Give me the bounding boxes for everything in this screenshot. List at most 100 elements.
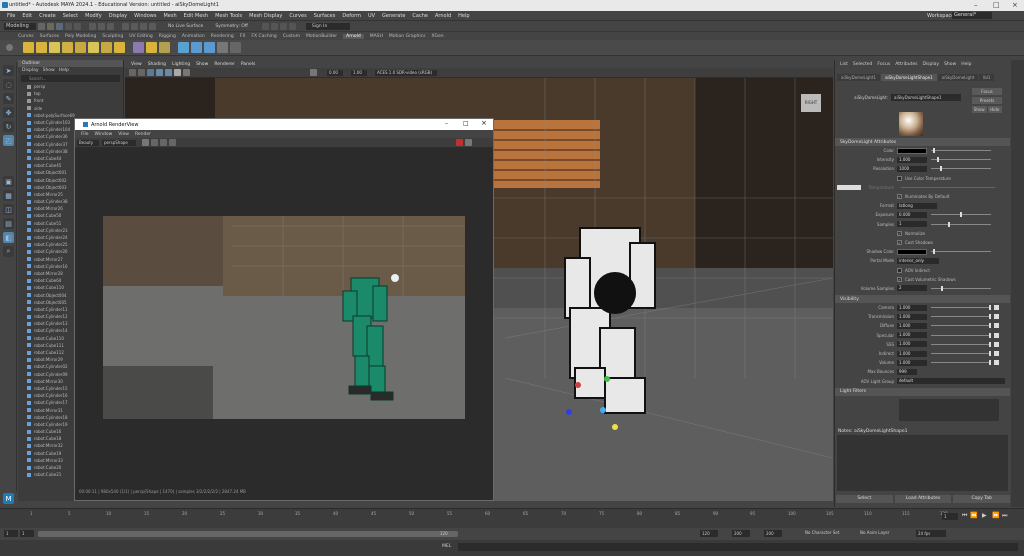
ae-visibility-field[interactable]: 1.000 — [897, 341, 927, 348]
ae-cast-shadows-checkbox[interactable]: ✓ — [897, 239, 902, 245]
outliner-menu-display[interactable]: Display — [22, 68, 39, 73]
shelf-tab-xgen[interactable]: XGen — [431, 34, 443, 39]
render-image[interactable] — [103, 216, 465, 419]
license-manager-icon[interactable] — [204, 42, 215, 53]
ae-color-swatch[interactable] — [897, 147, 927, 154]
render-minimize-icon[interactable]: – — [445, 120, 448, 127]
rv-menu-file[interactable]: File — [81, 132, 89, 137]
render-close-icon[interactable]: × — [481, 119, 487, 127]
ae-shadow-color-swatch[interactable] — [897, 248, 927, 255]
ae-menu-selected[interactable]: Selected — [853, 62, 873, 67]
vp-menu-lighting[interactable]: Lighting — [172, 62, 190, 67]
settings-gear-icon[interactable] — [6, 44, 13, 51]
select-component-icon[interactable] — [107, 22, 114, 30]
help-icon[interactable] — [217, 42, 228, 53]
vp-menu-show[interactable]: Show — [196, 62, 208, 67]
rv-menu-render[interactable]: Render — [135, 132, 151, 137]
vp-menu-view[interactable]: View — [131, 62, 142, 67]
ae-attr-slider[interactable] — [931, 212, 991, 218]
step-forward-icon[interactable]: ⏩ — [992, 512, 999, 519]
menu-modify[interactable]: Modify — [85, 13, 102, 19]
rv-menu-window[interactable]: Window — [95, 132, 113, 137]
menu-deform[interactable]: Deform — [342, 13, 361, 19]
ae-attr-slider[interactable] — [931, 157, 991, 163]
menu-create[interactable]: Create — [39, 13, 56, 19]
outliner-item[interactable]: side — [18, 105, 123, 112]
ae-visibility-slider[interactable] — [931, 332, 991, 338]
menu-edit-mesh[interactable]: Edit Mesh — [184, 13, 208, 19]
menu-cache[interactable]: Cache — [412, 13, 428, 19]
new-scene-icon[interactable] — [38, 22, 45, 30]
ae-select-button[interactable]: Select — [836, 495, 893, 503]
outliner-layout-icon[interactable]: ▤ — [3, 218, 14, 229]
ae-shadow-color-slider[interactable] — [931, 249, 991, 255]
shelf-tab-surfaces[interactable]: Surfaces — [40, 34, 60, 39]
tx-manager-icon[interactable] — [191, 42, 202, 53]
aov-select[interactable]: Beauty — [77, 139, 99, 146]
anim-layer-select[interactable]: No Anim Layer — [860, 530, 889, 535]
wireframe-icon[interactable] — [147, 69, 154, 76]
ae-aov-indirect-checkbox[interactable] — [897, 267, 902, 273]
hypershade-icon[interactable] — [288, 22, 296, 30]
ae-section-visibility[interactable]: Visibility — [835, 295, 1010, 303]
ae-visibility-field[interactable]: 1.000 — [897, 359, 927, 366]
menu-edit[interactable]: Edit — [22, 13, 32, 19]
refresh-render-icon[interactable] — [465, 139, 472, 146]
shelf-tab-rigging[interactable]: Rigging — [159, 34, 176, 39]
snap-curve-icon[interactable] — [131, 22, 138, 30]
shelf-tab-arnold[interactable]: Arnold — [343, 33, 364, 39]
ae-visibility-field[interactable]: 1.000 — [897, 332, 927, 339]
range-end4-field[interactable]: 200 — [764, 530, 782, 537]
current-frame-field[interactable]: 1 — [942, 513, 958, 520]
camera-select[interactable]: perspShape — [102, 139, 136, 146]
ae-attr-field[interactable]: 1 — [897, 221, 927, 228]
mode-select[interactable]: Modeling — [4, 22, 36, 30]
ae-visibility-slider[interactable] — [931, 360, 991, 366]
ae-normalize-checkbox[interactable]: ✓ — [897, 230, 902, 236]
single-view-icon[interactable]: ▣ — [3, 176, 14, 187]
colorspace-select[interactable]: ACES 1.0 SDR-video (sRGB) — [375, 69, 437, 76]
ae-illuminates-checkbox[interactable]: ✓ — [897, 194, 902, 200]
menu-display[interactable]: Display — [109, 13, 127, 19]
render-settings-icon[interactable] — [279, 22, 287, 30]
select-object-icon[interactable] — [98, 22, 105, 30]
ae-use-color-temp-checkbox[interactable] — [897, 175, 902, 181]
ae-attr-field[interactable]: 1000 — [897, 165, 927, 172]
ae-attr-field[interactable]: 1.000 — [897, 156, 927, 163]
ae-notes-field[interactable] — [837, 434, 1008, 491]
menu-mesh-display[interactable]: Mesh Display — [249, 13, 282, 19]
snap-point-icon[interactable] — [140, 22, 147, 30]
snap-grid-icon[interactable] — [122, 22, 129, 30]
rotate-tool-icon[interactable]: ↻ — [3, 121, 14, 132]
shelf-tab-mash[interactable]: MASH — [370, 34, 383, 39]
render-maximize-icon[interactable]: □ — [463, 120, 469, 127]
workspace-select[interactable]: General* — [952, 12, 992, 19]
view-cube[interactable]: RIGHT — [801, 94, 821, 112]
ae-aov-group-field[interactable]: default — [897, 378, 1005, 385]
map-button-icon[interactable] — [994, 341, 999, 347]
ae-color-slider[interactable] — [931, 148, 991, 154]
ae-menu-show[interactable]: Show — [944, 62, 956, 67]
range-end3-field[interactable]: 200 — [732, 530, 750, 537]
sign-in-button[interactable]: Sign In — [305, 22, 350, 30]
ae-tab-shape[interactable]: aiSkyDomeLightShape1 — [881, 74, 937, 81]
ae-visibility-field[interactable]: 1.000 — [897, 350, 927, 357]
vp-menu-renderer[interactable]: Renderer — [214, 62, 235, 67]
search-icon[interactable]: ⌕ — [3, 246, 14, 257]
outliner-item[interactable]: front — [18, 97, 123, 104]
light-portal-icon[interactable] — [101, 42, 112, 53]
ae-presets-button[interactable]: Presets — [972, 97, 1002, 104]
lasso-tool-icon[interactable]: ◌ — [3, 79, 14, 90]
ae-show-button[interactable]: Show — [972, 106, 987, 113]
snap-view-icon[interactable] — [149, 22, 156, 30]
range-bar[interactable] — [38, 531, 458, 537]
fps-select[interactable]: 24 fps — [916, 530, 946, 537]
stop-render-icon[interactable] — [456, 139, 463, 146]
shelf-tab-sculpting[interactable]: Sculpting — [102, 34, 123, 39]
ae-max-bounces-field[interactable]: 999 — [897, 368, 917, 375]
menu-surfaces[interactable]: Surfaces — [314, 13, 336, 19]
physical-sky-icon[interactable] — [114, 42, 125, 53]
shelf-tab-uv-editing[interactable]: UV Editing — [129, 34, 152, 39]
area-light-icon[interactable] — [49, 42, 60, 53]
character-set-select[interactable]: No Character Set — [805, 530, 839, 535]
